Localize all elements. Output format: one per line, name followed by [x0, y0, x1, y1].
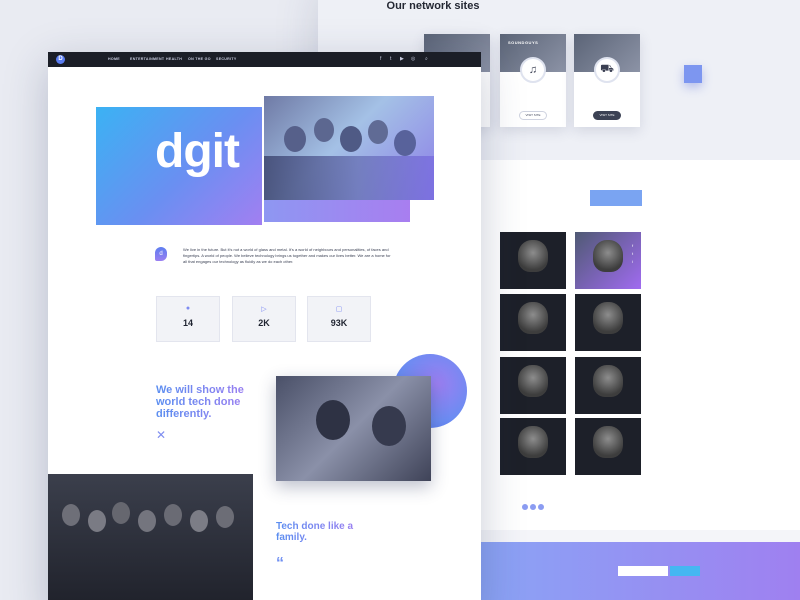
nav-item-health[interactable]: HEALTH: [166, 57, 182, 61]
brand-mark-icon: d: [155, 247, 167, 261]
visit-site-button[interactable]: VISIT SITE: [593, 111, 621, 120]
visit-site-button[interactable]: VISIT SITE: [519, 111, 547, 120]
hero-team-photo: [264, 96, 434, 200]
instagram-icon[interactable]: ◎: [411, 56, 415, 62]
pager-dot[interactable]: [538, 504, 544, 510]
intro-paragraph: We live in the future. But it's not a wo…: [183, 247, 391, 264]
hero-wordmark: dgit: [155, 125, 240, 178]
family-heading: Tech done like a family.: [276, 521, 356, 543]
search-icon[interactable]: ⌕: [425, 56, 428, 62]
cart-icon: ⛟: [594, 57, 620, 83]
team-member-card[interactable]: [575, 357, 641, 414]
mission-photo: [276, 376, 431, 481]
stat-value: 93K: [330, 318, 348, 328]
member-photo: [593, 302, 623, 334]
mission-heading: We will show the world tech done differe…: [156, 384, 246, 420]
pin-icon: ●: [185, 305, 191, 312]
team-member-card[interactable]: [500, 418, 566, 475]
member-photo: [593, 426, 623, 458]
social-links[interactable]: fti: [632, 242, 637, 266]
team-member-card[interactable]: [500, 294, 566, 351]
stat-value: 14: [182, 318, 193, 328]
nav-item-on-the-go[interactable]: ON THE GO: [188, 57, 211, 61]
email-field[interactable]: [618, 566, 668, 576]
member-photo: [593, 240, 623, 272]
stat-card: ● 14: [156, 296, 220, 342]
site-logo[interactable]: D: [56, 55, 65, 64]
network-title: Our network sites: [386, 0, 480, 12]
pager-dot[interactable]: [530, 504, 536, 510]
headphones-icon: ♫: [520, 57, 546, 83]
team-member-card[interactable]: [500, 232, 566, 289]
member-photo: [518, 302, 548, 334]
main-page: D HOME ENTERTAINMENT HEALTH ON THE GO SE…: [48, 52, 481, 600]
team-member-card[interactable]: [575, 418, 641, 475]
team-member-card[interactable]: [575, 294, 641, 351]
subscribe-button[interactable]: [670, 566, 700, 576]
decorative-square: [684, 65, 702, 83]
play-icon: ▷: [261, 306, 267, 313]
pager-dot[interactable]: [522, 504, 528, 510]
member-photo: [518, 426, 548, 458]
network-site-card[interactable]: SOUNDGUYS ♫ VISIT SITE: [500, 34, 566, 127]
stat-card: ▷ 2K: [232, 296, 296, 342]
document-icon: ▢: [335, 306, 343, 313]
member-photo: [593, 365, 623, 397]
site-brand: SOUNDGUYS: [508, 40, 539, 45]
stat-value: 2K: [258, 318, 270, 328]
team-member-card[interactable]: [500, 357, 566, 414]
team-member-card[interactable]: fti: [575, 232, 641, 289]
stat-card: ▢ 93K: [307, 296, 371, 342]
nav-item-home[interactable]: HOME: [108, 57, 120, 61]
member-photo: [518, 240, 548, 272]
nav-item-security[interactable]: SECURITY: [216, 57, 237, 61]
member-photo: [518, 365, 548, 397]
network-site-card[interactable]: ⛟ VISIT SITE: [574, 34, 640, 127]
youtube-icon[interactable]: ▶: [400, 56, 404, 62]
close-icon: ✕: [156, 428, 167, 442]
hero-gradient-strip: [264, 200, 410, 222]
nav-item-entertainment[interactable]: ENTERTAINMENT: [130, 57, 164, 61]
navbar: D HOME ENTERTAINMENT HEALTH ON THE GO SE…: [48, 52, 481, 67]
team-cta-button[interactable]: [590, 190, 642, 206]
quote-icon: “: [276, 555, 284, 572]
team-group-photo: [48, 474, 253, 600]
facebook-icon[interactable]: f: [380, 56, 381, 62]
twitter-icon[interactable]: t: [390, 56, 391, 62]
